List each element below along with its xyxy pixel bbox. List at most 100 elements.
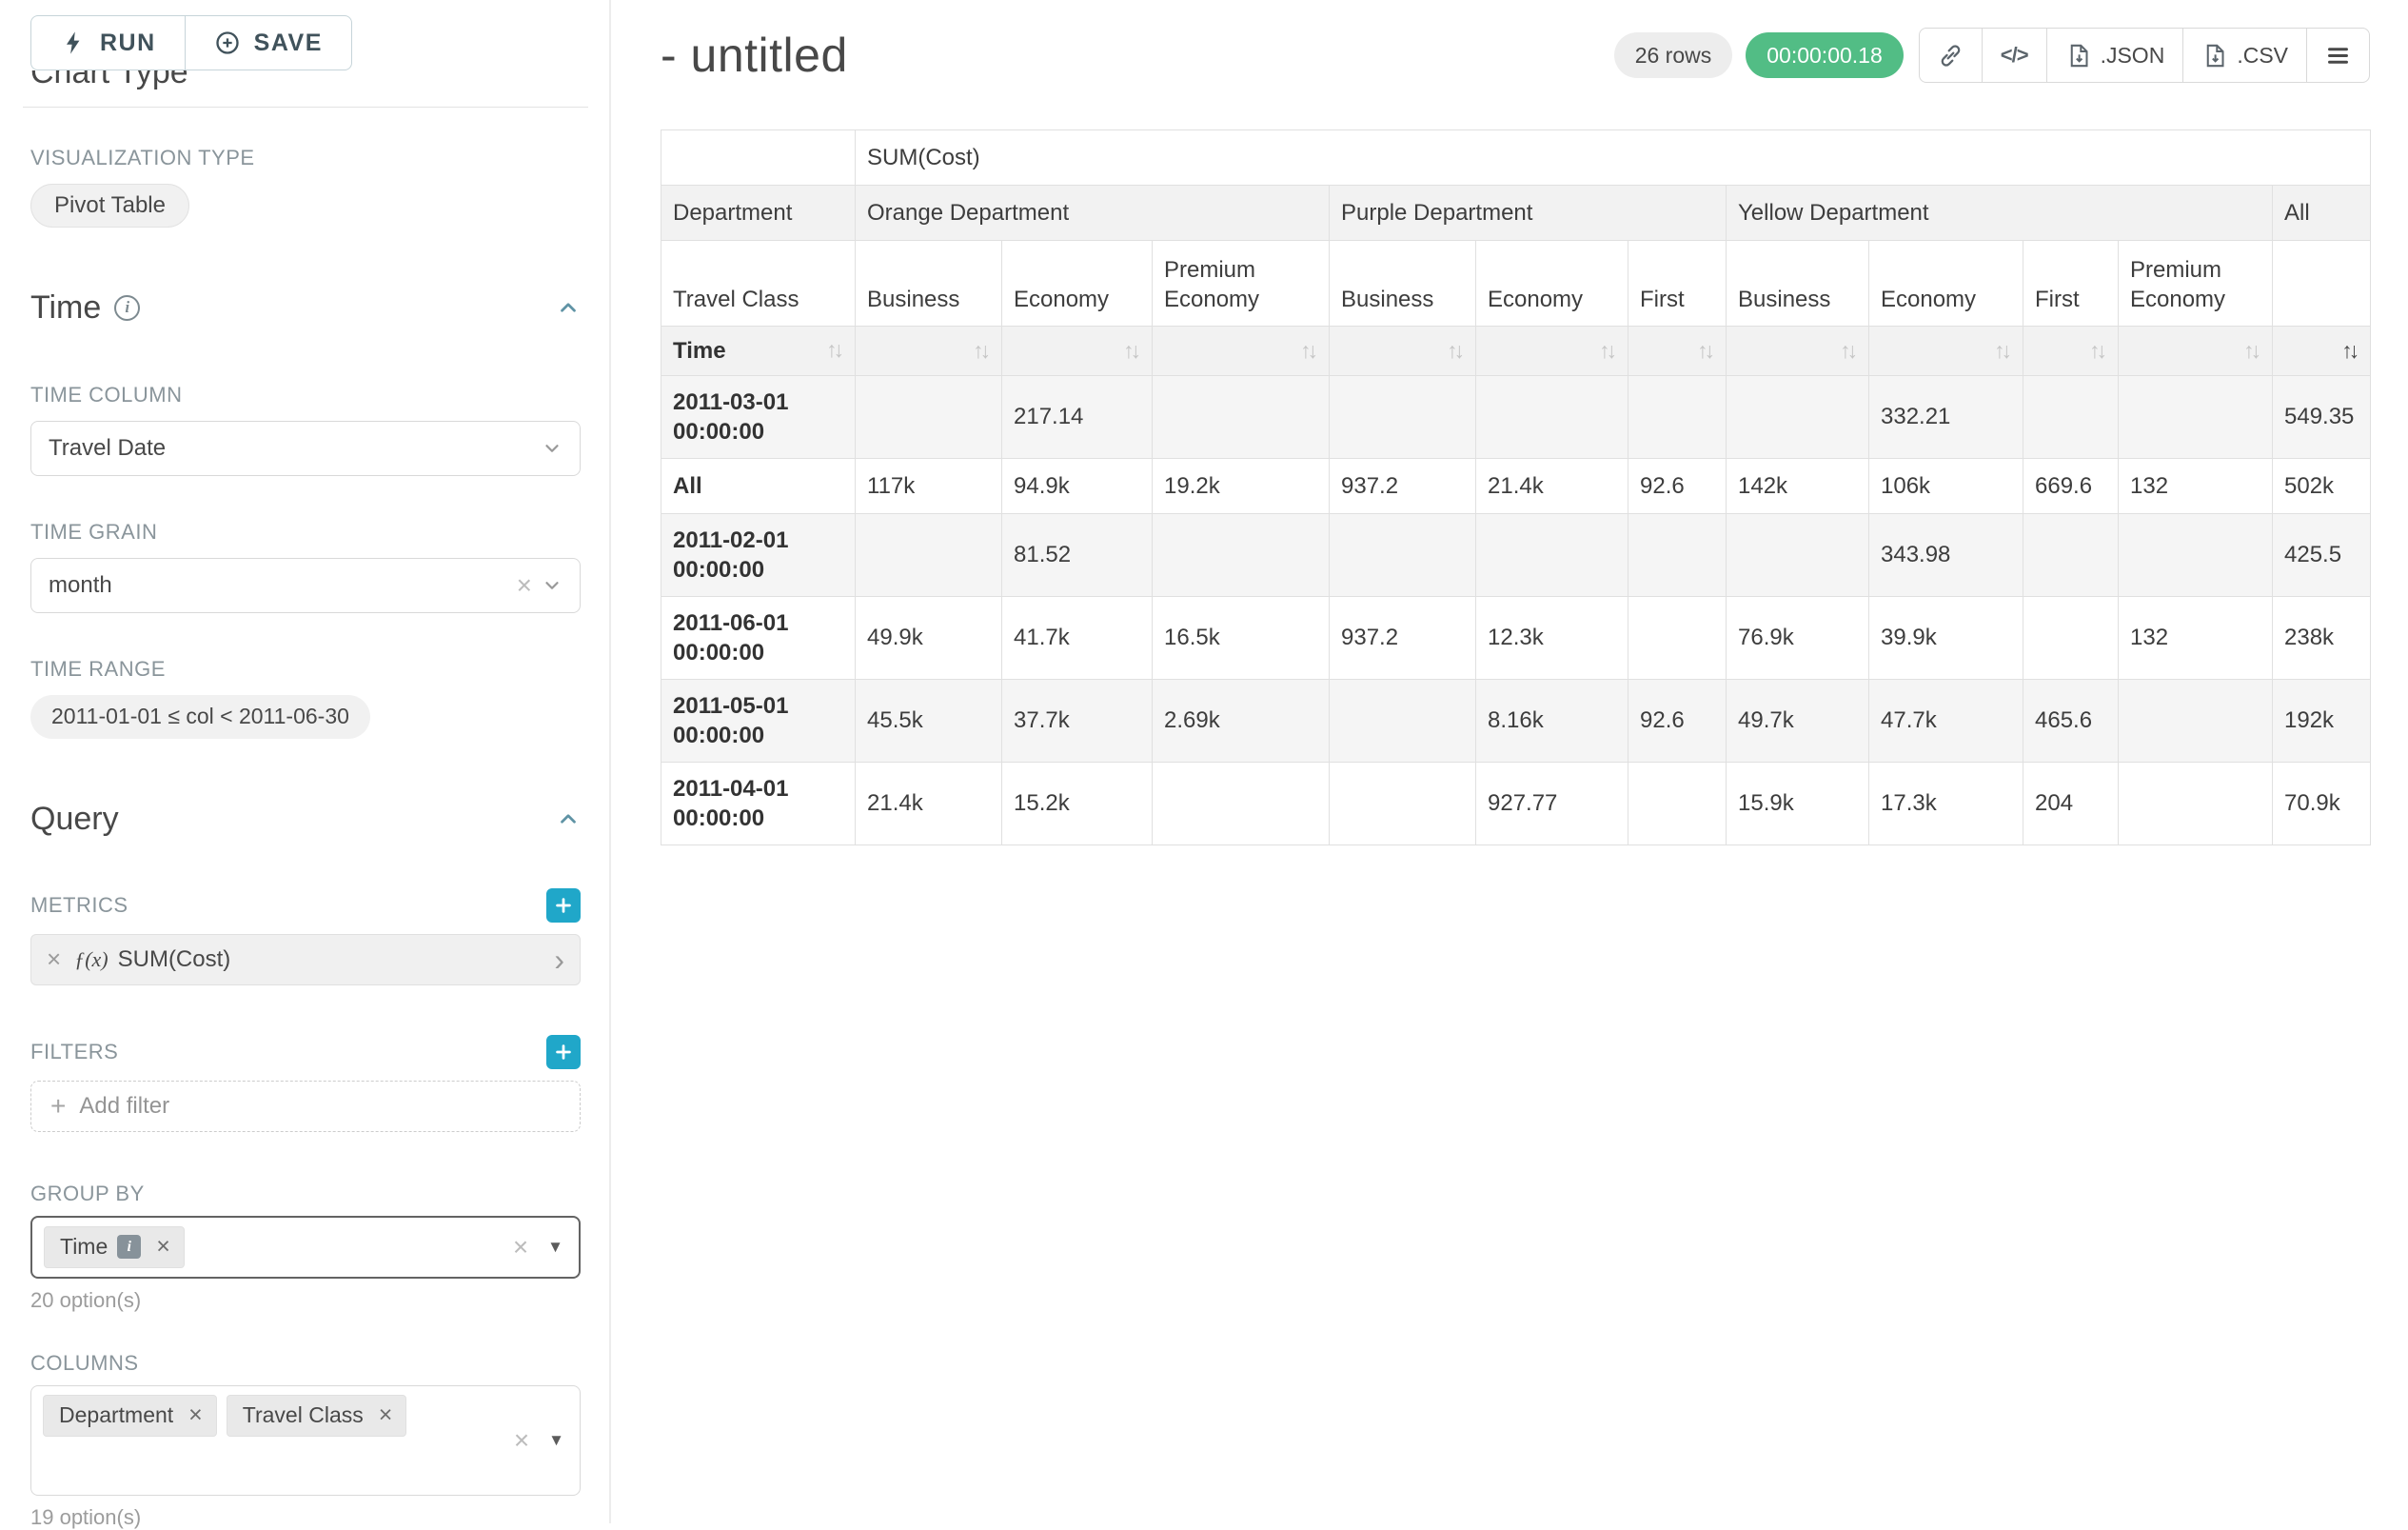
sort-header[interactable]: ↑↓: [1628, 327, 1727, 376]
explore-view: RUN SAVE Chart Type VISUALIZATION TYPE P…: [0, 0, 2408, 1523]
time-grain-select[interactable]: month ×: [30, 558, 581, 613]
function-icon: ƒ(x): [74, 947, 108, 972]
remove-icon[interactable]: ×: [150, 1233, 176, 1261]
sort-icon[interactable]: ↑↓: [1840, 337, 1857, 366]
sort-icon[interactable]: ↑↓: [1599, 337, 1616, 366]
sort-header[interactable]: ↑↓: [2023, 327, 2119, 376]
group-by-tag[interactable]: Time i ×: [44, 1226, 185, 1268]
column-header: Premium Economy: [2119, 241, 2273, 327]
chart-title[interactable]: - untitled: [661, 28, 848, 83]
add-metric-button[interactable]: [546, 888, 581, 923]
chevron-up-icon[interactable]: [556, 295, 581, 320]
column-header: [2273, 241, 2371, 327]
sort-row-label: ↑↓Time: [661, 327, 856, 376]
value-cell: 21.4k: [1476, 459, 1628, 514]
sort-header[interactable]: ↑↓: [1002, 327, 1153, 376]
row-header: 2011-04-01 00:00:00: [661, 763, 856, 845]
export-csv-button[interactable]: .CSV: [2182, 28, 2307, 83]
value-cell: 12.3k: [1476, 597, 1628, 680]
chevron-right-icon: ›: [554, 944, 564, 975]
row-header: 2011-03-01 00:00:00: [661, 376, 856, 459]
time-column-select[interactable]: Travel Date: [30, 421, 581, 476]
time-section-title: Time: [30, 288, 101, 328]
value-cell: [856, 514, 1002, 597]
sort-header[interactable]: ↑↓: [1869, 327, 2023, 376]
view-query-button[interactable]: </>: [1982, 28, 2047, 83]
sort-icon[interactable]: ↑↓: [1994, 337, 2011, 366]
value-cell: [2119, 763, 2273, 845]
metric-chip[interactable]: × ƒ(x) SUM(Cost) ›: [30, 934, 581, 985]
value-cell: 19.2k: [1153, 459, 1330, 514]
remove-icon[interactable]: ×: [373, 1401, 399, 1429]
query-section-header[interactable]: Query: [30, 800, 581, 839]
row-header: 2011-05-01 00:00:00: [661, 680, 856, 763]
time-column-value: Travel Date: [49, 435, 166, 462]
sort-icon[interactable]: ↑↓: [826, 336, 843, 365]
pivot-table-body: 2011-03-01 00:00:00217.14332.21549.35All…: [661, 376, 2371, 845]
code-icon: </>: [2001, 43, 2028, 68]
clear-icon[interactable]: ×: [517, 572, 532, 599]
sort-header[interactable]: ↑↓: [1330, 327, 1476, 376]
sort-icon[interactable]: ↑↓: [1300, 337, 1317, 366]
column-group-header: Yellow Department: [1727, 186, 2273, 241]
group-by-select[interactable]: Time i × × ▼: [30, 1216, 581, 1279]
tag-label: Department: [59, 1402, 173, 1428]
time-grain-value: month: [49, 572, 112, 599]
columns-select[interactable]: Department × Travel Class × × ▼: [30, 1385, 581, 1496]
copy-link-button[interactable]: [1919, 28, 1983, 83]
sort-icon[interactable]: ↑↓: [1447, 337, 1464, 366]
sort-header[interactable]: ↑↓: [2273, 327, 2371, 376]
tag-label: Travel Class: [243, 1402, 364, 1428]
table-row: 2011-06-01 00:00:0049.9k41.7k16.5k937.21…: [661, 597, 2371, 680]
caret-down-icon[interactable]: ▼: [547, 1238, 563, 1257]
time-range-value[interactable]: 2011-01-01 ≤ col < 2011-06-30: [30, 695, 370, 739]
columns-tag[interactable]: Travel Class ×: [227, 1395, 407, 1437]
value-cell: 49.9k: [856, 597, 1002, 680]
sort-icon[interactable]: ↑↓: [973, 337, 990, 366]
link-icon: [1938, 43, 1964, 69]
time-grain-label: TIME GRAIN: [30, 520, 581, 545]
sort-header[interactable]: ↑↓: [1727, 327, 1869, 376]
visualization-type-value[interactable]: Pivot Table: [30, 184, 189, 228]
sort-icon[interactable]: ↑↓: [1123, 337, 1140, 366]
remove-icon[interactable]: ×: [47, 944, 61, 974]
value-cell: [2119, 514, 2273, 597]
metric-name: SUM(Cost): [118, 946, 231, 973]
sort-header[interactable]: ↑↓: [1153, 327, 1330, 376]
sort-header[interactable]: ↑↓: [856, 327, 1002, 376]
columns-tag[interactable]: Department ×: [43, 1395, 217, 1437]
value-cell: 92.6: [1628, 459, 1727, 514]
sort-icon[interactable]: ↑↓: [2089, 337, 2106, 366]
value-cell: 217.14: [1002, 376, 1153, 459]
column-header: First: [1628, 241, 1727, 327]
sort-icon[interactable]: ↑↓: [2243, 337, 2260, 366]
value-cell: 132: [2119, 597, 2273, 680]
export-toolbar: </> .JSON .CSV: [1919, 28, 2370, 83]
value-cell: [2119, 680, 2273, 763]
chevron-up-icon[interactable]: [556, 806, 581, 831]
add-filter-plus-button[interactable]: [546, 1035, 581, 1069]
remove-icon[interactable]: ×: [183, 1401, 208, 1429]
time-section-header[interactable]: Time i: [30, 288, 581, 328]
sort-header[interactable]: ↑↓: [1476, 327, 1628, 376]
row-header: All: [661, 459, 856, 514]
value-cell: 117k: [856, 459, 1002, 514]
sort-icon[interactable]: ↑↓: [1697, 337, 1714, 366]
value-cell: [1153, 763, 1330, 845]
value-cell: [1628, 597, 1727, 680]
visualization-type-label: VISUALIZATION TYPE: [30, 146, 581, 170]
caret-down-icon[interactable]: ▼: [548, 1431, 564, 1450]
save-button[interactable]: SAVE: [185, 15, 352, 70]
plus-circle-icon: [214, 30, 241, 56]
menu-button[interactable]: [2306, 28, 2370, 83]
clear-icon[interactable]: ×: [513, 1234, 528, 1261]
run-button[interactable]: RUN: [30, 15, 186, 70]
export-json-button[interactable]: .JSON: [2046, 28, 2184, 83]
value-cell: 92.6: [1628, 680, 1727, 763]
value-cell: 425.5: [2273, 514, 2371, 597]
sort-icon[interactable]: ↑↓: [2341, 337, 2359, 366]
clear-icon[interactable]: ×: [514, 1427, 529, 1454]
value-cell: 8.16k: [1476, 680, 1628, 763]
add-filter-button[interactable]: + Add filter: [30, 1081, 581, 1132]
sort-header[interactable]: ↑↓: [2119, 327, 2273, 376]
